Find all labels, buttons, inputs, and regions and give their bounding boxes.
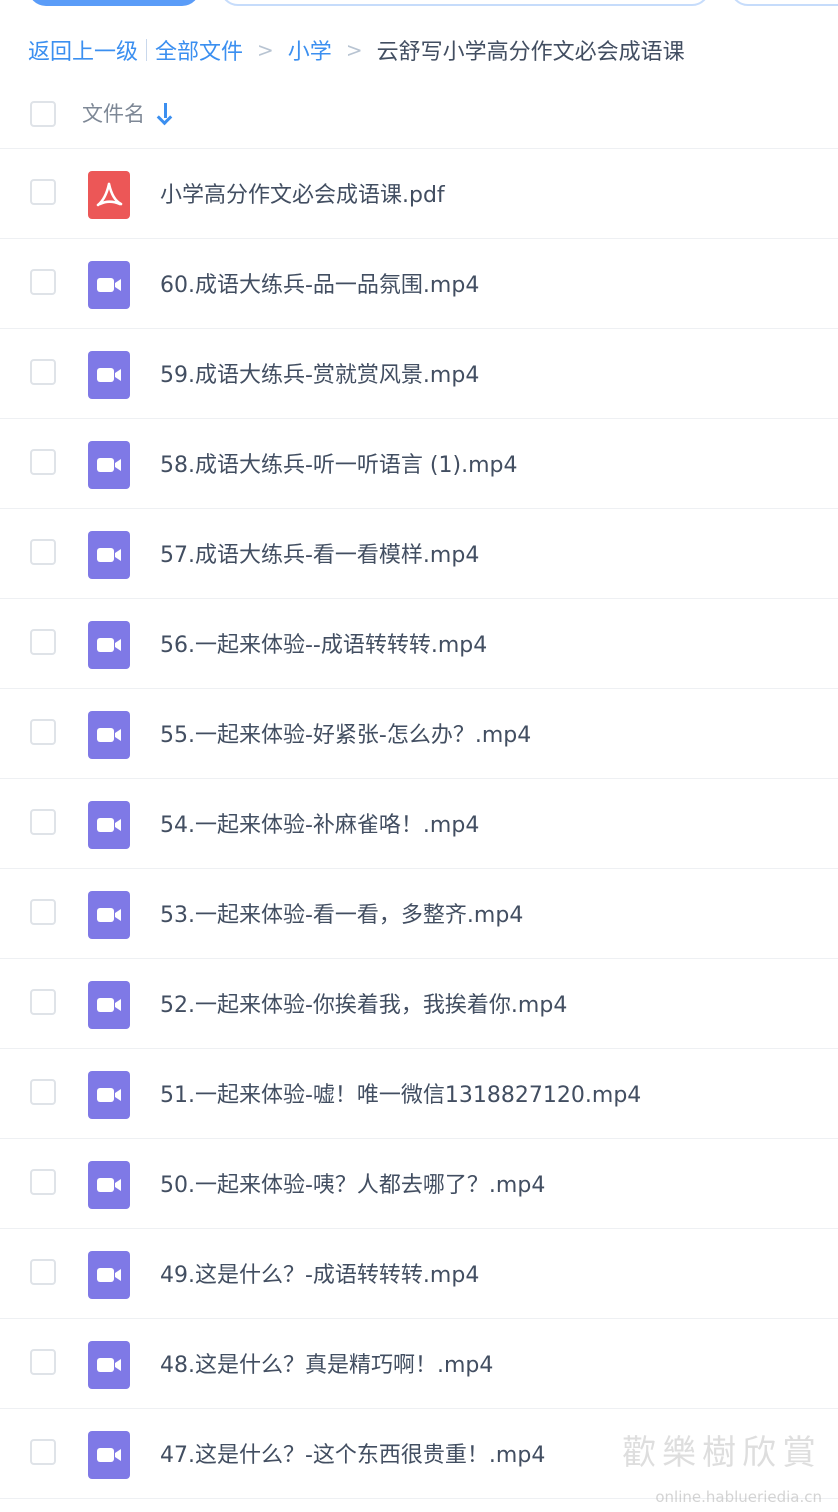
- arrow-down-icon: [157, 103, 173, 123]
- file-name[interactable]: 58.成语大练兵-听一听语言 (1).mp4: [160, 447, 517, 479]
- file-row-checkbox[interactable]: [30, 1349, 56, 1375]
- video-file-icon: [88, 531, 130, 579]
- pdf-file-icon: [88, 171, 130, 219]
- file-name[interactable]: 54.一起来体验-补麻雀咯！.mp4: [160, 807, 479, 839]
- video-file-icon: [88, 801, 130, 849]
- file-row[interactable]: 57.成语大练兵-看一看模样.mp4: [0, 509, 838, 599]
- file-name[interactable]: 51.一起来体验-嘘！唯一微信1318827120.mp4: [160, 1077, 641, 1109]
- breadcrumb-level1-link[interactable]: 小学: [288, 34, 332, 66]
- file-name[interactable]: 56.一起来体验--成语转转转.mp4: [160, 627, 487, 659]
- tertiary-action-button[interactable]: [730, 0, 838, 6]
- file-row[interactable]: 48.这是什么？真是精巧啊！.mp4: [0, 1319, 838, 1409]
- file-row[interactable]: 60.成语大练兵-品一品氛围.mp4: [0, 239, 838, 329]
- primary-action-button[interactable]: [28, 0, 200, 6]
- breadcrumb-all-files-link[interactable]: 全部文件: [155, 34, 243, 66]
- breadcrumb: 返回上一级 全部文件 > 小学 > 云舒写小学高分作文必会成语课: [28, 30, 685, 70]
- file-row-checkbox[interactable]: [30, 1079, 56, 1105]
- secondary-action-button[interactable]: [220, 0, 710, 6]
- video-file-icon: [88, 1251, 130, 1299]
- file-row[interactable]: 54.一起来体验-补麻雀咯！.mp4: [0, 779, 838, 869]
- file-name[interactable]: 55.一起来体验-好紧张-怎么办？.mp4: [160, 717, 531, 749]
- filename-column-label: 文件名: [82, 102, 145, 126]
- file-row[interactable]: 52.一起来体验-你挨着我，我挨着你.mp4: [0, 959, 838, 1049]
- watermark-url: online.hablueriedia.cn: [655, 1488, 822, 1506]
- file-row-checkbox[interactable]: [30, 629, 56, 655]
- file-row-checkbox[interactable]: [30, 359, 56, 385]
- video-file-icon: [88, 351, 130, 399]
- video-file-icon: [88, 1161, 130, 1209]
- file-name[interactable]: 50.一起来体验-咦？人都去哪了？.mp4: [160, 1167, 545, 1199]
- file-row-checkbox[interactable]: [30, 1169, 56, 1195]
- file-row-checkbox[interactable]: [30, 269, 56, 295]
- file-row-checkbox[interactable]: [30, 719, 56, 745]
- breadcrumb-current-folder: 云舒写小学高分作文必会成语课: [376, 40, 685, 65]
- file-name[interactable]: 小学高分作文必会成语课.pdf: [160, 177, 445, 209]
- select-all-checkbox[interactable]: [30, 101, 56, 127]
- file-row[interactable]: 58.成语大练兵-听一听语言 (1).mp4: [0, 419, 838, 509]
- file-row[interactable]: 56.一起来体验--成语转转转.mp4: [0, 599, 838, 689]
- file-row-checkbox[interactable]: [30, 449, 56, 475]
- file-row-checkbox[interactable]: [30, 989, 56, 1015]
- file-name[interactable]: 57.成语大练兵-看一看模样.mp4: [160, 537, 479, 569]
- file-name[interactable]: 53.一起来体验-看一看，多整齐.mp4: [160, 897, 523, 929]
- file-row-checkbox[interactable]: [30, 899, 56, 925]
- top-action-bar: [0, 0, 838, 10]
- file-list-header: 文件名: [0, 84, 838, 149]
- file-name[interactable]: 59.成语大练兵-赏就赏风景.mp4: [160, 357, 479, 389]
- file-row-checkbox[interactable]: [30, 809, 56, 835]
- video-file-icon: [88, 621, 130, 669]
- video-file-icon: [88, 1071, 130, 1119]
- file-name[interactable]: 48.这是什么？真是精巧啊！.mp4: [160, 1347, 493, 1379]
- watermark-text: 歡樂樹欣賞: [622, 1433, 822, 1473]
- breadcrumb-back-link[interactable]: 返回上一级: [28, 34, 138, 66]
- file-browser-page: 返回上一级 全部文件 > 小学 > 云舒写小学高分作文必会成语课 文件名 小学高…: [0, 0, 838, 1512]
- file-row[interactable]: 50.一起来体验-咦？人都去哪了？.mp4: [0, 1139, 838, 1229]
- breadcrumb-separator: >: [257, 38, 274, 62]
- file-row-checkbox[interactable]: [30, 1439, 56, 1465]
- file-name[interactable]: 49.这是什么？-成语转转转.mp4: [160, 1257, 479, 1289]
- file-row[interactable]: 53.一起来体验-看一看，多整齐.mp4: [0, 869, 838, 959]
- video-file-icon: [88, 981, 130, 1029]
- file-name[interactable]: 52.一起来体验-你挨着我，我挨着你.mp4: [160, 987, 567, 1019]
- file-row-checkbox[interactable]: [30, 1259, 56, 1285]
- file-name[interactable]: 47.这是什么？-这个东西很贵重！.mp4: [160, 1437, 545, 1469]
- video-file-icon: [88, 1341, 130, 1389]
- file-row[interactable]: 小学高分作文必会成语课.pdf: [0, 149, 838, 239]
- breadcrumb-divider: [146, 39, 148, 61]
- video-file-icon: [88, 1431, 130, 1479]
- video-file-icon: [88, 891, 130, 939]
- file-row-checkbox[interactable]: [30, 179, 56, 205]
- file-row[interactable]: 49.这是什么？-成语转转转.mp4: [0, 1229, 838, 1319]
- file-row[interactable]: 51.一起来体验-嘘！唯一微信1318827120.mp4: [0, 1049, 838, 1139]
- video-file-icon: [88, 261, 130, 309]
- file-row-checkbox[interactable]: [30, 539, 56, 565]
- breadcrumb-separator: >: [345, 38, 363, 62]
- filename-column-header[interactable]: 文件名: [82, 98, 173, 128]
- video-file-icon: [88, 441, 130, 489]
- file-row[interactable]: 59.成语大练兵-赏就赏风景.mp4: [0, 329, 838, 419]
- file-list: 小学高分作文必会成语课.pdf 60.成语大练兵-品一品氛围.mp4 59.成语大练…: [0, 149, 838, 1499]
- file-row[interactable]: 55.一起来体验-好紧张-怎么办？.mp4: [0, 689, 838, 779]
- video-file-icon: [88, 711, 130, 759]
- file-name[interactable]: 60.成语大练兵-品一品氛围.mp4: [160, 267, 479, 299]
